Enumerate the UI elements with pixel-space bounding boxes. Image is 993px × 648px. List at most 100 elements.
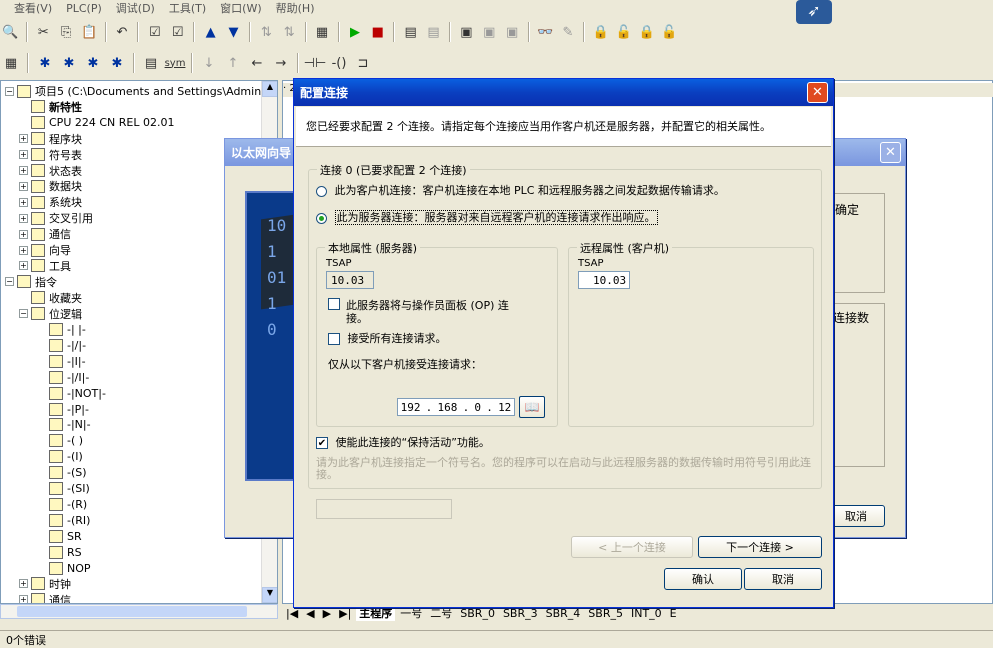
run-icon[interactable]: ▶	[345, 21, 366, 43]
tree-item[interactable]: + 向导	[19, 242, 71, 258]
glasses-icon[interactable]: 👓	[535, 21, 556, 43]
menu-view[interactable]: 查看(V)	[14, 0, 52, 16]
tree-item[interactable]: NOP	[37, 560, 91, 576]
keepalive-checkbox[interactable]: ✔	[316, 437, 328, 449]
tree-item[interactable]: − 指令	[5, 274, 57, 290]
stop-icon[interactable]: ■	[367, 21, 388, 43]
compile-icon[interactable]: ☑	[144, 21, 165, 43]
remote-tsap-field[interactable]: 10.03	[578, 271, 630, 289]
status-monitor-icon[interactable]: ▤	[400, 21, 421, 43]
tree-item[interactable]: − 项目5 (C:\Documents and Settings\Administ…	[5, 83, 277, 99]
expand-icon[interactable]: +	[19, 245, 28, 255]
symbol-table-icon[interactable]: ▤	[140, 52, 162, 74]
expand-icon[interactable]: +	[19, 150, 28, 160]
lock-force-icon[interactable]: 🔒	[636, 21, 657, 43]
address-book-icon[interactable]: 📖	[519, 396, 545, 418]
tree-item[interactable]: -(RI)	[37, 512, 90, 528]
tree-item[interactable]: -(S)	[37, 465, 87, 481]
tree-item[interactable]: + 时钟	[19, 576, 71, 592]
tree-item[interactable]: + 通信	[19, 592, 71, 603]
tree-item[interactable]: + 交叉引用	[19, 210, 93, 226]
prev-connection-button[interactable]: < 上一个连接	[571, 536, 693, 558]
coil-icon[interactable]: -()	[328, 52, 350, 74]
tree-horizontal-scrollbar[interactable]	[0, 604, 278, 619]
print-preview-icon[interactable]: 🔍	[0, 21, 21, 43]
tree-item[interactable]: + 状态表	[19, 163, 82, 179]
radio-server[interactable]	[316, 212, 327, 224]
expand-icon[interactable]: +	[19, 181, 28, 191]
remove-bookmark-icon[interactable]: ✱	[106, 52, 128, 74]
cut-icon[interactable]: ✂	[33, 21, 54, 43]
expand-icon[interactable]: +	[19, 166, 28, 175]
op-panel-checkbox-row[interactable]	[328, 297, 340, 310]
tree-item[interactable]: -| |-	[37, 322, 86, 338]
tab-nav-last-icon[interactable]: ▶|	[336, 607, 354, 620]
tree-item[interactable]: -(I)	[37, 449, 83, 465]
insert-network-icon[interactable]: ✱	[34, 52, 56, 74]
force-icon[interactable]: ▣	[502, 21, 523, 43]
tab-sbr0[interactable]: SBR_0	[457, 607, 498, 620]
expand-icon[interactable]: +	[19, 134, 28, 144]
contact-icon[interactable]: ⊣⊢	[304, 52, 327, 74]
tree-item[interactable]: -|P|-	[37, 401, 89, 417]
tree-item[interactable]: -|N|-	[37, 417, 91, 433]
collapse-icon[interactable]: −	[5, 277, 14, 287]
unlock-icon[interactable]: 🔓	[613, 21, 634, 43]
tree-item[interactable]: -|/|-	[37, 337, 86, 353]
radio-client[interactable]	[316, 185, 327, 197]
keepalive-checkbox-row[interactable]: ✔ 使能此连接的“保持活动”功能。	[316, 434, 490, 450]
tree-item[interactable]: + 通信	[19, 226, 71, 242]
tab-nav-prev-icon[interactable]: ◀	[303, 607, 317, 620]
unlock-force-icon[interactable]: 🔓	[659, 21, 680, 43]
compile-all-icon[interactable]: ☑	[167, 21, 188, 43]
expand-icon[interactable]: +	[19, 197, 28, 207]
options-icon[interactable]: ▦	[312, 21, 333, 43]
tree-item[interactable]: + 系统块	[19, 194, 82, 210]
accept-all-checkbox[interactable]	[328, 333, 340, 345]
menu-window[interactable]: 窗口(W)	[220, 0, 261, 16]
wizard-cancel-button[interactable]: 取消	[827, 505, 885, 527]
tree-item[interactable]: -|/I|-	[37, 369, 89, 385]
cancel-button[interactable]: 取消	[744, 568, 822, 590]
symbol-name-field[interactable]	[316, 499, 452, 519]
tree-item[interactable]: + 数据块	[19, 178, 82, 194]
grid-icon[interactable]: ▦	[0, 52, 22, 74]
tab-nav-next-icon[interactable]: ▶	[320, 607, 334, 620]
accept-all-checkbox-row[interactable]: 接受所有连接请求。	[328, 330, 447, 346]
tree-item[interactable]: -|NOT|-	[37, 385, 106, 401]
dialog-close-icon[interactable]: ✕	[807, 82, 828, 103]
line-right-icon[interactable]: →	[270, 52, 292, 74]
line-up-icon[interactable]: ↑	[222, 52, 244, 74]
collapse-icon[interactable]: −	[19, 309, 28, 319]
symbol-addressing-icon[interactable]: sym	[164, 52, 186, 74]
sort-descending-icon[interactable]: ⇅	[279, 21, 300, 43]
tree-item[interactable]: + 符号表	[19, 147, 82, 163]
expand-icon[interactable]: +	[19, 213, 28, 223]
expand-icon[interactable]: +	[19, 595, 28, 603]
tree-item[interactable]: + 程序块	[19, 131, 82, 147]
undo-icon[interactable]: ↶	[112, 21, 133, 43]
tree-item[interactable]: − 位逻辑	[19, 306, 82, 322]
write-icon[interactable]: ✎	[558, 21, 579, 43]
tab-sbr4[interactable]: SBR_4	[543, 607, 584, 620]
scroll-up-icon[interactable]: ▲	[262, 81, 277, 97]
tree-item[interactable]: -(SI)	[37, 481, 90, 497]
radio-client-row[interactable]: 此为客户机连接：客户机连接在本地 PLC 和远程服务器之间发起数据传输请求。	[316, 182, 725, 198]
tree-item[interactable]: 收藏夹	[19, 290, 82, 306]
expand-icon[interactable]: +	[19, 579, 28, 589]
menu-help[interactable]: 帮助(H)	[276, 0, 315, 16]
lock-icon[interactable]: 🔒	[590, 21, 611, 43]
tree-item[interactable]: -( )	[37, 433, 83, 449]
menu-tools[interactable]: 工具(T)	[169, 0, 206, 16]
tab-sbr3[interactable]: SBR_3	[500, 607, 541, 620]
tree-item[interactable]: -|I|-	[37, 353, 86, 369]
toggle-bookmark-icon[interactable]: ✱	[82, 52, 104, 74]
tree-item[interactable]: CPU 224 CN REL 02.01	[19, 115, 174, 131]
line-left-icon[interactable]: ←	[246, 52, 268, 74]
op-panel-checkbox[interactable]	[328, 298, 340, 310]
collapse-icon[interactable]: −	[5, 86, 14, 96]
radio-server-row[interactable]: 此为服务器连接：服务器对来自远程客户机的连接请求作出响应。	[316, 209, 658, 225]
menu-plc[interactable]: PLC(P)	[66, 2, 102, 15]
tree-item[interactable]: 新特性	[19, 99, 82, 115]
copy-icon[interactable]: ⎘	[56, 21, 77, 43]
